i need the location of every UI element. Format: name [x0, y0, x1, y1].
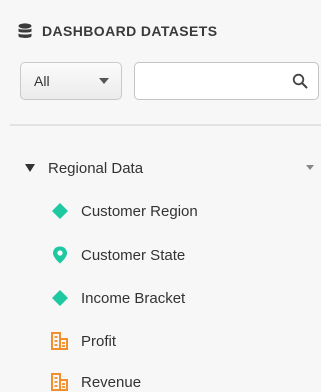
- group-label: Regional Data: [48, 159, 144, 177]
- scope-select-value: All: [34, 73, 50, 89]
- tree-item-profit[interactable]: Profit: [50, 328, 116, 354]
- expand-triangle-icon[interactable]: [25, 164, 35, 172]
- search-box[interactable]: [116, 62, 319, 100]
- measure-icon: [50, 372, 70, 392]
- chevron-down-icon: [99, 78, 109, 84]
- divider: [10, 124, 321, 126]
- tree-item-customer-state[interactable]: Customer State: [50, 242, 185, 268]
- datasets-panel: DASHBOARD DATASETS All Regional Data Cus…: [0, 0, 321, 392]
- measure-icon: [50, 331, 70, 351]
- database-icon: [18, 23, 32, 39]
- tree-group-regional-data[interactable]: Regional Data: [25, 155, 321, 181]
- filter-bar: All: [20, 62, 319, 100]
- tree-item-customer-region[interactable]: Customer Region: [50, 198, 198, 224]
- tree-item-label: Customer Region: [81, 202, 198, 220]
- scope-select[interactable]: All: [20, 62, 122, 100]
- search-icon[interactable]: [292, 73, 308, 89]
- tree-item-label: Customer State: [81, 246, 186, 264]
- search-input[interactable]: [116, 66, 292, 96]
- panel-title: DASHBOARD DATASETS: [42, 23, 218, 39]
- tree-item-revenue[interactable]: Revenue: [50, 369, 141, 392]
- diamond-icon: [50, 288, 70, 308]
- tree-item-label: Income Bracket: [81, 289, 186, 307]
- map-pin-icon: [50, 245, 70, 265]
- tree-item-label: Profit: [81, 332, 117, 350]
- diamond-icon: [50, 201, 70, 221]
- tree-item-income-bracket[interactable]: Income Bracket: [50, 285, 185, 311]
- group-menu-chevron-icon[interactable]: [306, 165, 314, 170]
- panel-header: DASHBOARD DATASETS: [18, 20, 217, 42]
- tree-item-label: Revenue: [81, 373, 142, 391]
